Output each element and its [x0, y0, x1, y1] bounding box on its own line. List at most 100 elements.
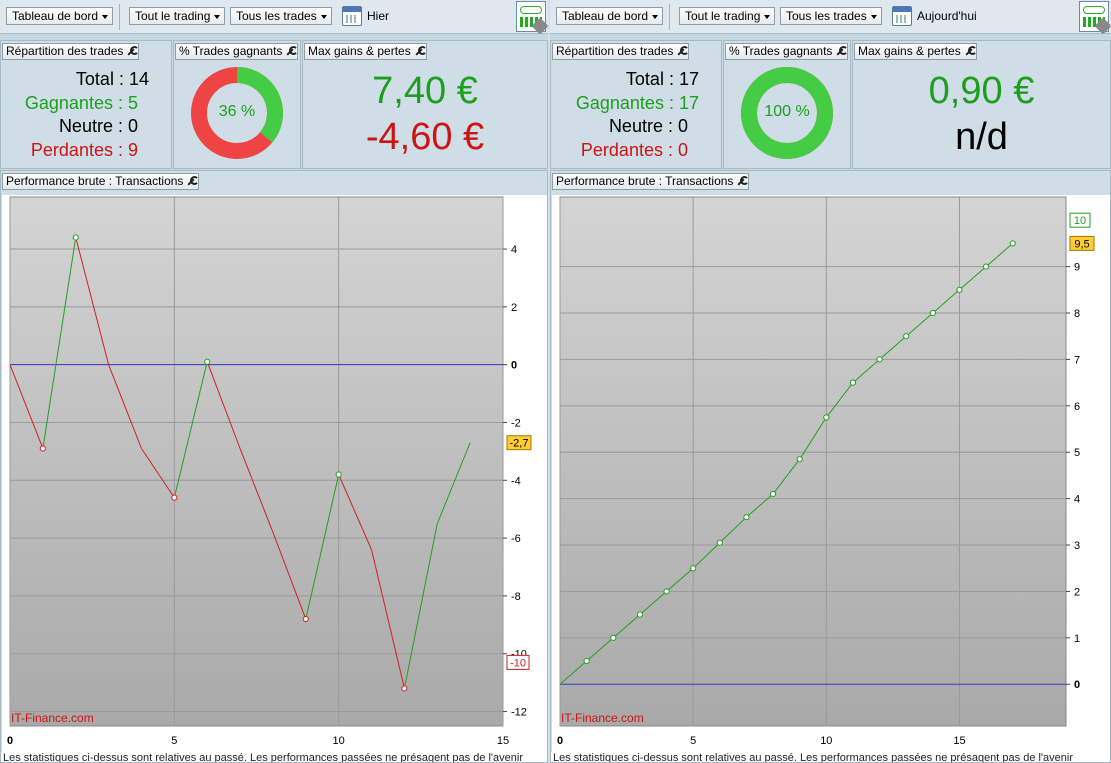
chart-x-tick-label: 10: [820, 735, 832, 747]
chart-data-point: [583, 657, 590, 665]
dashboard-panel-right: Tableau de bord Tout le trading Tous les…: [550, 0, 1111, 763]
chart-x-tick-label: 5: [690, 735, 696, 747]
stat-label: Total: [625, 69, 664, 89]
wrench-icon[interactable]: [414, 46, 427, 56]
stat-label: Neutre: [58, 116, 113, 136]
box-title: Performance brute : Transactions: [556, 174, 734, 188]
toolbar: Tableau de bord Tout le trading Tous les…: [550, 0, 1111, 35]
chart-y-tick-label: 9: [1074, 262, 1080, 274]
chart-x-tick-label: 5: [171, 735, 177, 747]
stat-label: Neutre: [608, 116, 663, 136]
disclaimer-text: Les statistiques ci-dessus sont relative…: [551, 752, 1110, 762]
stat-value: 0: [127, 116, 138, 136]
dashboard-dropdown[interactable]: Tableau de bord: [6, 7, 114, 25]
box-title: Répartition des trades: [556, 44, 674, 58]
neutral-stat: Neutre : 0: [608, 116, 688, 136]
dashboard-panel-left: Tableau de bord Tout le trading Tous les…: [0, 0, 548, 763]
winning-pct-header[interactable]: % Trades gagnants: [175, 43, 299, 60]
chart-y-tick-label: 7: [1074, 354, 1080, 366]
performance-chart[interactable]: 4 2 0 -2 -4 -6 -8 -10 -12 0 5 10 15 -2,7 -10 IT-Finance…: [2, 195, 547, 754]
chart-data-point: [956, 286, 963, 293]
winning-pct-header[interactable]: % Trades gagnants: [725, 43, 849, 60]
chart-data-point: [302, 615, 309, 623]
chart-data-point: [72, 234, 79, 241]
chart-data-point: [743, 514, 750, 521]
performance-chart-header[interactable]: Performance brute : Transactions: [2, 173, 200, 190]
wrench-icon[interactable]: [964, 46, 977, 56]
total-stat: Total : 14: [75, 69, 149, 89]
trading-filter-dropdown[interactable]: Tout le trading: [679, 7, 776, 25]
wrench-icon[interactable]: [676, 46, 690, 56]
performance-chart[interactable]: 9 8 7 6 5 4 3 2 1 0 0 5 10 15 9,5 10 IT-Finance.com: [552, 195, 1110, 754]
chart-x-tick-label: 15: [953, 735, 965, 747]
trades-filter-dropdown[interactable]: Tous les trades: [230, 7, 332, 25]
chart-min-marker-label: -10: [510, 657, 526, 669]
max-gain-value: 0,90 €: [928, 70, 1035, 112]
trade-distribution-header[interactable]: Répartition des trades: [552, 43, 690, 60]
chart-y-tick-label: -8: [511, 591, 521, 603]
chart-y-tick-label: 1: [1074, 633, 1080, 645]
trading-filter-dropdown[interactable]: Tout le trading: [129, 7, 226, 25]
chart-data-point: [983, 263, 990, 270]
chart-data-point: [401, 685, 408, 692]
toolbar: Tableau de bord Tout le trading Tous les…: [0, 0, 548, 35]
box-title: % Trades gagnants: [179, 44, 283, 58]
max-gains-losses-header[interactable]: Max gains & pertes: [854, 43, 977, 60]
dashboard-dropdown[interactable]: Tableau de bord: [556, 7, 664, 25]
max-gain-value: 7,40 €: [372, 70, 478, 112]
chart-plot-background: [559, 196, 1067, 727]
chart-x-tick-label: 10: [333, 735, 345, 747]
dashboard-settings-icon[interactable]: [516, 1, 548, 35]
box-title: Répartition des trades: [6, 44, 124, 58]
chart-y-tick-label: 0: [1074, 679, 1080, 691]
chart-data-point: [769, 490, 777, 498]
chart-y-tick-label: 0: [511, 360, 517, 372]
chart-data-point: [335, 471, 342, 478]
chart-data-point: [663, 588, 670, 595]
winning-stat: Gagnantes : 5: [24, 93, 138, 113]
chart-y-tick-label: -4: [511, 475, 521, 487]
wrench-icon[interactable]: [285, 46, 299, 56]
performance-chart-header[interactable]: Performance brute : Transactions: [552, 173, 750, 190]
calendar-icon[interactable]: [342, 6, 362, 26]
wrench-icon[interactable]: [186, 176, 200, 186]
chart-x-tick-label: 0: [7, 735, 13, 747]
wrench-icon[interactable]: [835, 46, 849, 56]
total-stat: Total : 17: [625, 69, 699, 89]
chart-data-point: [823, 414, 830, 421]
performance-chart-box: Performance brute : Transactions 9 8 7 6 5 4 3…: [550, 170, 1111, 763]
donut-pct-label: 36 %: [218, 103, 256, 120]
box-title: Max gains & pertes: [308, 44, 411, 58]
wrench-icon[interactable]: [736, 176, 750, 186]
chart-y-tick-label: 2: [1074, 586, 1080, 598]
chart-y-tick-label: -6: [511, 533, 521, 545]
trade-distribution-box: Répartition des trades Total : 17 Gagnan…: [550, 40, 722, 169]
stat-label: Gagnantes: [24, 93, 113, 113]
performance-chart-svg: 420-2-4-6-8-10-120 5 10 15-2,7-10IT-Finance…: [7, 196, 532, 747]
losing-stat: Perdantes : 0: [580, 140, 688, 160]
chart-y-tick-label: 4: [1074, 494, 1080, 506]
stat-value: 5: [127, 93, 138, 113]
box-title: Max gains & pertes: [858, 44, 961, 58]
neutral-stat: Neutre : 0: [58, 116, 138, 136]
max-gains-losses-header[interactable]: Max gains & pertes: [304, 43, 427, 60]
chart-y-tick-label: 5: [1074, 447, 1080, 459]
chart-data-point: [903, 333, 910, 340]
calendar-icon[interactable]: [892, 6, 912, 26]
max-loss-value: -4,60 €: [365, 116, 485, 158]
stat-value: 17: [678, 69, 699, 89]
dashboard-settings-icon[interactable]: [1079, 1, 1111, 35]
chart-watermark: IT-Finance.com: [561, 711, 644, 725]
chart-data-point: [849, 379, 857, 386]
trades-filter-dropdown[interactable]: Tous les trades: [780, 7, 882, 25]
chart-data-point: [610, 634, 617, 641]
chart-data-point: [636, 611, 643, 618]
stat-value: 0: [677, 140, 688, 160]
stat-label: Gagnantes: [575, 93, 664, 113]
period-label: Hier: [367, 9, 390, 23]
wrench-icon[interactable]: [126, 46, 140, 56]
period-label: Aujourd'hui: [917, 9, 977, 23]
stat-label: Perdantes: [580, 140, 663, 160]
trade-distribution-header[interactable]: Répartition des trades: [2, 43, 140, 60]
chart-max-marker-label: 10: [1074, 215, 1086, 227]
